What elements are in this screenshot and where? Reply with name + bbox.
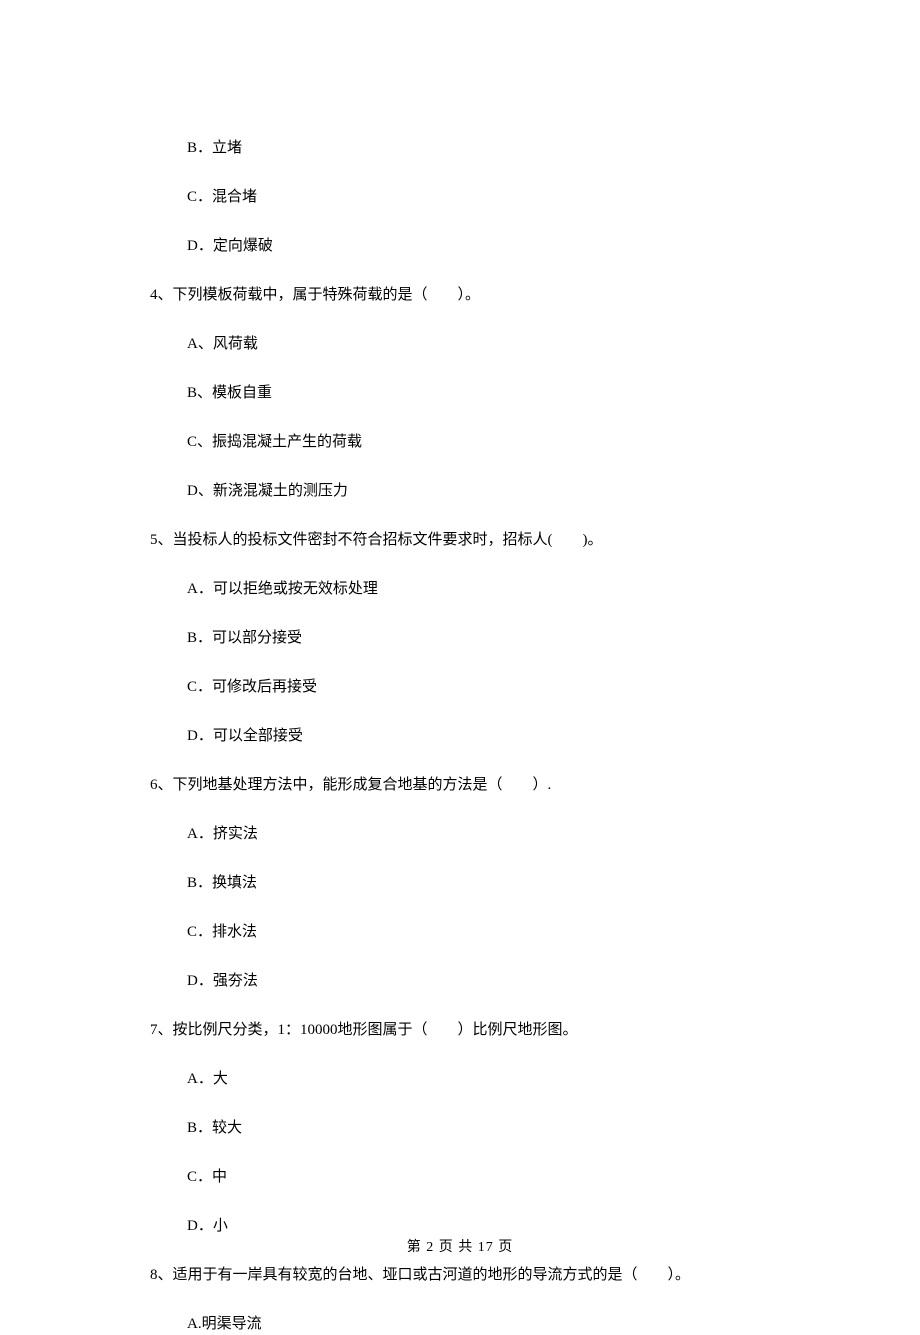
page-content: B．立堵 C．混合堵 D．定向爆破 4、下列模板荷载中，属于特殊荷载的是（ ）。… xyxy=(0,0,920,1335)
question-4: 4、下列模板荷载中，属于特殊荷载的是（ ）。 xyxy=(150,285,770,306)
q6-option-c: C．排水法 xyxy=(187,922,770,943)
q3-option-b: B．立堵 xyxy=(187,138,770,159)
q8-option-a: A.明渠导流 xyxy=(187,1314,770,1335)
question-6: 6、下列地基处理方法中，能形成复合地基的方法是（ ）. xyxy=(150,775,770,796)
q6-option-b: B．换填法 xyxy=(187,873,770,894)
question-8: 8、适用于有一岸具有较宽的台地、垭口或古河道的地形的导流方式的是（ ）。 xyxy=(150,1265,770,1286)
q5-option-a: A．可以拒绝或按无效标处理 xyxy=(187,579,770,600)
page-footer: 第 2 页 共 17 页 xyxy=(0,1236,920,1256)
q6-option-a: A．挤实法 xyxy=(187,824,770,845)
q7-option-c: C．中 xyxy=(187,1167,770,1188)
question-5: 5、当投标人的投标文件密封不符合招标文件要求时，招标人( )。 xyxy=(150,530,770,551)
q4-option-c: C、振捣混凝土产生的荷载 xyxy=(187,432,770,453)
q7-option-a: A．大 xyxy=(187,1069,770,1090)
q5-option-c: C．可修改后再接受 xyxy=(187,677,770,698)
q4-option-b: B、模板自重 xyxy=(187,383,770,404)
q3-option-c: C．混合堵 xyxy=(187,187,770,208)
q5-option-d: D．可以全部接受 xyxy=(187,726,770,747)
q7-option-b: B．较大 xyxy=(187,1118,770,1139)
q6-option-d: D．强夯法 xyxy=(187,971,770,992)
q4-option-d: D、新浇混凝土的测压力 xyxy=(187,481,770,502)
q3-option-d: D．定向爆破 xyxy=(187,236,770,257)
q4-option-a: A、风荷载 xyxy=(187,334,770,355)
question-7: 7、按比例尺分类，1：10000地形图属于（ ）比例尺地形图。 xyxy=(150,1020,770,1041)
q7-option-d: D．小 xyxy=(187,1216,770,1237)
q5-option-b: B．可以部分接受 xyxy=(187,628,770,649)
